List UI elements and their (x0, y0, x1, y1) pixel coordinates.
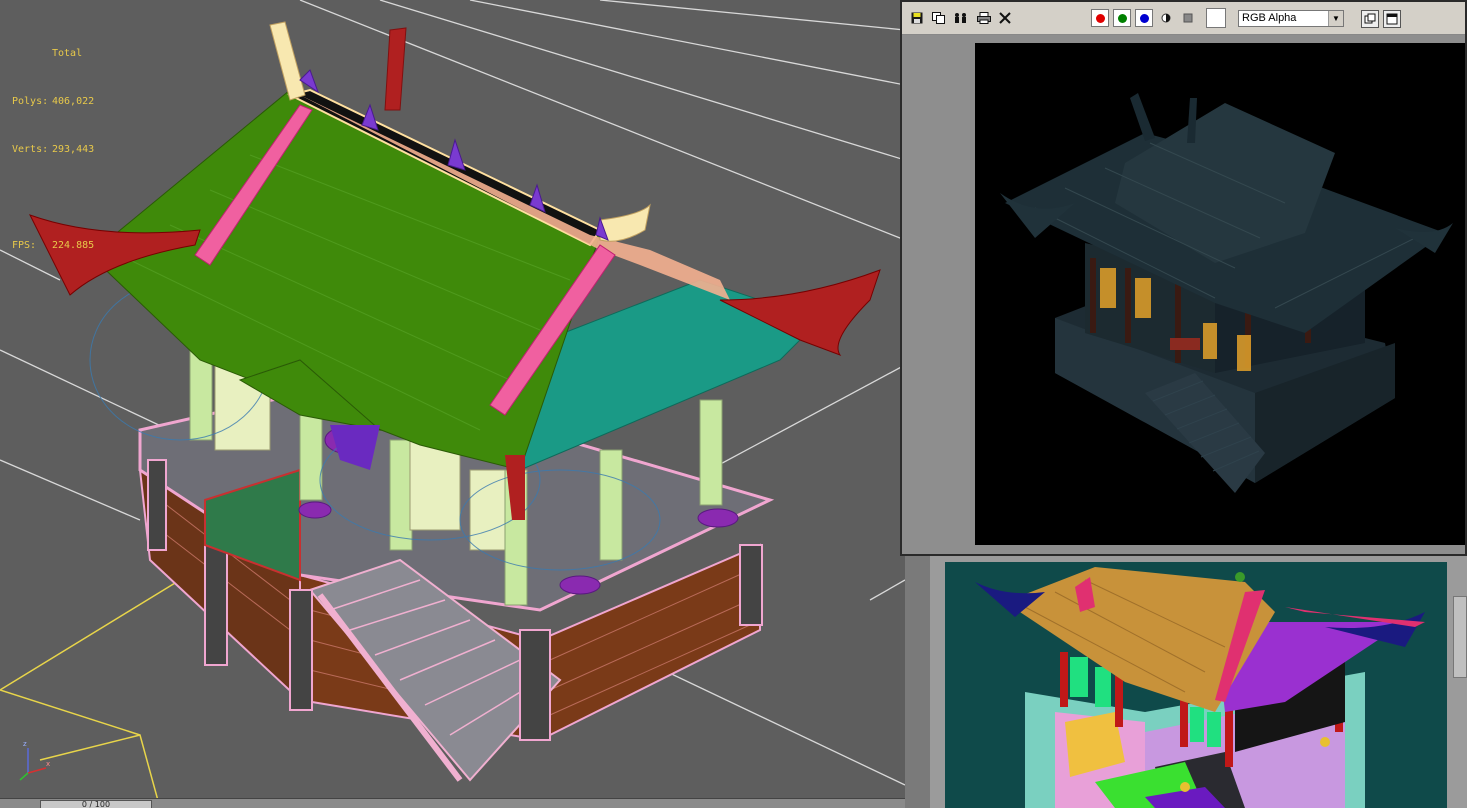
frame-toolbar: RGB Alpha ▼ (902, 2, 1465, 35)
svg-text:z: z (23, 740, 27, 748)
green-channel-icon (1117, 13, 1127, 23)
stats-polys-label: Polys: (12, 96, 49, 107)
stats-total-label: Total (52, 48, 83, 59)
save-icon[interactable] (909, 10, 925, 26)
stats-fps-label: FPS: (12, 240, 37, 251)
fullscreen-icon[interactable] (1383, 10, 1401, 28)
shaded-viewport[interactable] (945, 562, 1447, 808)
monochrome-icon[interactable] (1180, 10, 1196, 26)
channel-display-value: RGB Alpha (1242, 12, 1297, 24)
render-area (902, 35, 1465, 554)
red-channel-toggle[interactable] (1091, 9, 1109, 27)
clone-icon[interactable] (953, 10, 969, 26)
channel-display-select[interactable]: RGB Alpha ▼ (1238, 10, 1344, 27)
rendered-image (975, 43, 1465, 545)
stats-fps-value: 224.885 (52, 240, 95, 251)
rendered-temple (1000, 93, 1453, 493)
stats-verts-value: 293,443 (52, 144, 95, 155)
display-window-icon[interactable] (1361, 10, 1379, 28)
rendered-frame-window[interactable]: RGB Alpha ▼ (900, 0, 1467, 556)
stats-polys-value: 406,022 (52, 96, 95, 107)
secondary-viewport-window[interactable] (930, 556, 1467, 808)
copy-icon[interactable] (931, 10, 947, 26)
chevron-down-icon: ▼ (1328, 11, 1343, 26)
clear-icon[interactable] (997, 10, 1013, 26)
alpha-channel-icon[interactable] (1158, 10, 1174, 26)
red-channel-icon (1095, 13, 1105, 23)
viewport-scene: z x (0, 0, 905, 808)
blue-channel-toggle[interactable] (1135, 9, 1153, 27)
time-slider[interactable]: 0 / 100 (40, 800, 152, 808)
viewport-statistics: Total Polys: 406,022 Verts: 293,443 FPS: 22… (12, 14, 94, 286)
svg-text:x: x (46, 760, 50, 768)
axis-gizmo: z x (19, 740, 50, 781)
secondary-scrollbar[interactable] (1453, 596, 1467, 678)
print-icon[interactable] (976, 10, 992, 26)
perspective-viewport[interactable]: z x Total Polys: 406,022 Verts: 293,443 FP… (0, 0, 905, 808)
background-color-swatch[interactable] (1206, 8, 1226, 28)
blue-channel-icon (1139, 13, 1149, 23)
shaded-temple (975, 567, 1425, 808)
green-channel-toggle[interactable] (1113, 9, 1131, 27)
time-slider-track[interactable]: 0 / 100 (0, 798, 905, 808)
stats-verts-label: Verts: (12, 144, 49, 155)
